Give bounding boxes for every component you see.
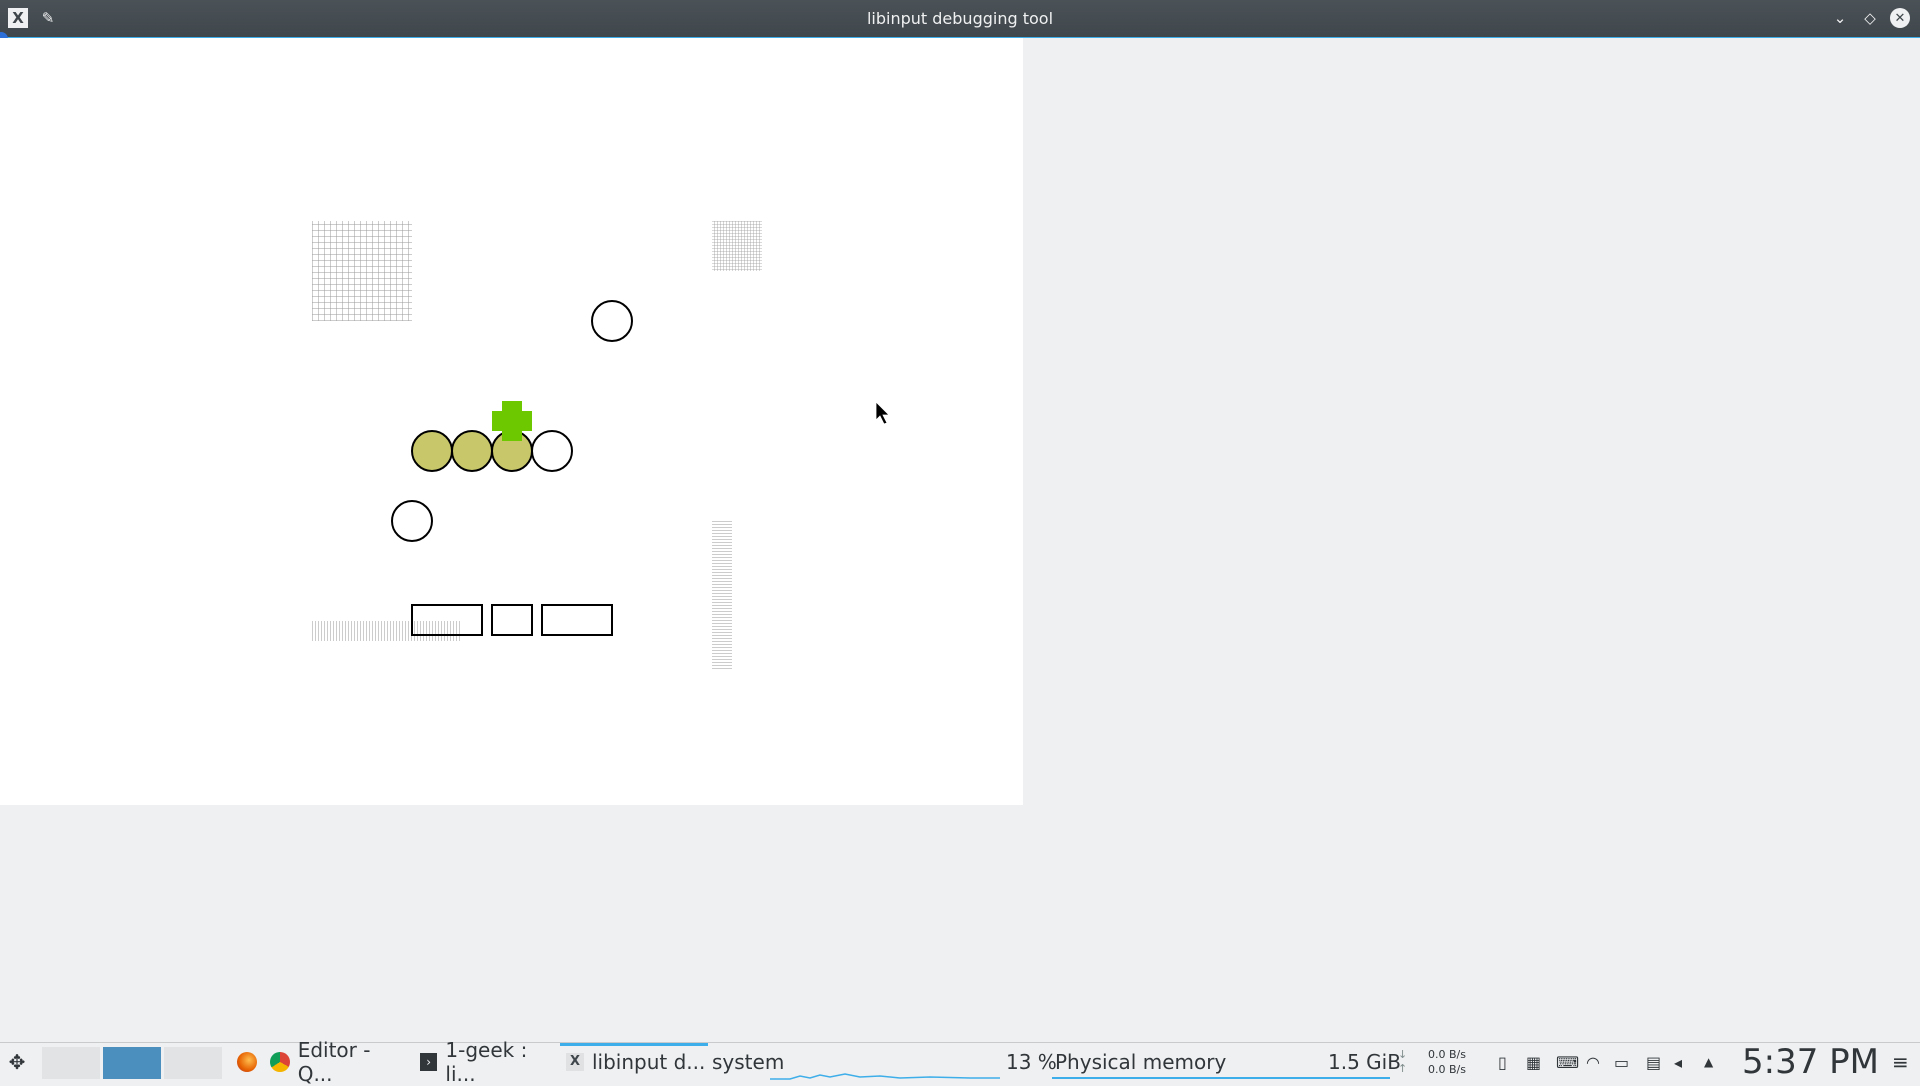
scroll-grid (712, 221, 762, 271)
clipboard-icon[interactable]: ▤ (1646, 1043, 1661, 1081)
network-monitor[interactable]: 0.0 B/s 0.0 B/s (1428, 1043, 1466, 1081)
close-button[interactable]: ✕ (1890, 8, 1910, 28)
button-middle (491, 604, 533, 636)
network-arrows-icon: ↓ ↑ (1398, 1048, 1408, 1075)
task-editor[interactable]: Editor - Q... (270, 1038, 410, 1086)
pointer-circle-top (591, 300, 633, 342)
cpu-graph (770, 1073, 1000, 1080)
window-titlebar[interactable]: X ✎ libinput debugging tool ⌄ ◇ ✕ (0, 0, 1920, 38)
memory-used: 1.5 GiB (1328, 1050, 1401, 1074)
pointer-grid (312, 221, 412, 321)
net-upload: 0.0 B/s (1428, 1063, 1466, 1076)
tray-expand-icon[interactable]: ▲ (1704, 1043, 1713, 1081)
mouse-cursor-icon (875, 401, 890, 425)
pointer-cross (492, 401, 532, 441)
desktop-pager-1[interactable] (42, 1047, 100, 1079)
canvas-drawing (312, 221, 890, 671)
firefox-launcher[interactable] (236, 1043, 258, 1081)
wifi-icon[interactable]: ◠ (1586, 1043, 1600, 1081)
taskbar: ✥ Editor - Q... › 1-geek : li... X libin… (0, 1038, 1920, 1086)
libinput-canvas[interactable] (0, 38, 1023, 805)
memory-label: Physical memory (1055, 1050, 1227, 1074)
firefox-icon (237, 1052, 257, 1072)
touch-circle-4 (531, 430, 573, 472)
touch-circle-2 (451, 430, 493, 472)
maximize-button[interactable]: ◇ (1860, 8, 1880, 28)
task-label: libinput d... (592, 1050, 706, 1074)
keyboard-icon[interactable]: ⌨ (1556, 1043, 1579, 1081)
terminal-icon: › (420, 1053, 438, 1071)
horizontal-scroll-bar (312, 621, 462, 641)
task-terminal[interactable]: › 1-geek : li... (420, 1038, 560, 1086)
memory-bar (1052, 1077, 1390, 1079)
desktop-pager-3[interactable] (164, 1047, 222, 1079)
task-label: Editor - Q... (297, 1038, 371, 1086)
device-notifier-icon[interactable]: ▯ (1498, 1043, 1507, 1081)
minimize-button[interactable]: ⌄ (1830, 8, 1850, 28)
battery-icon[interactable]: ▭ (1614, 1043, 1629, 1081)
close-icon: ✕ (1890, 8, 1910, 28)
vertical-scroll-bar (712, 521, 732, 671)
memory-percent: 13 % (1006, 1050, 1057, 1074)
chrome-icon (270, 1052, 290, 1072)
touch-circle-1 (411, 430, 453, 472)
display-config-icon[interactable]: ▦ (1526, 1043, 1541, 1081)
net-download: 0.0 B/s (1428, 1048, 1466, 1061)
button-right (541, 604, 613, 636)
panel-menu-icon[interactable]: ≡ (1892, 1043, 1909, 1081)
pointer-circle-left (391, 500, 433, 542)
volume-icon[interactable]: ◂ (1674, 1043, 1682, 1081)
digital-clock[interactable]: 5:37 PM (1742, 1042, 1879, 1082)
window-title: libinput debugging tool (866, 9, 1054, 28)
task-libinput[interactable]: X libinput d... (560, 1043, 708, 1081)
x11-icon: X (566, 1053, 584, 1071)
application-launcher-icon[interactable]: ✥ (4, 1043, 30, 1081)
task-label: 1-geek : li... (445, 1038, 528, 1086)
desktop-pager-2[interactable] (103, 1047, 161, 1079)
